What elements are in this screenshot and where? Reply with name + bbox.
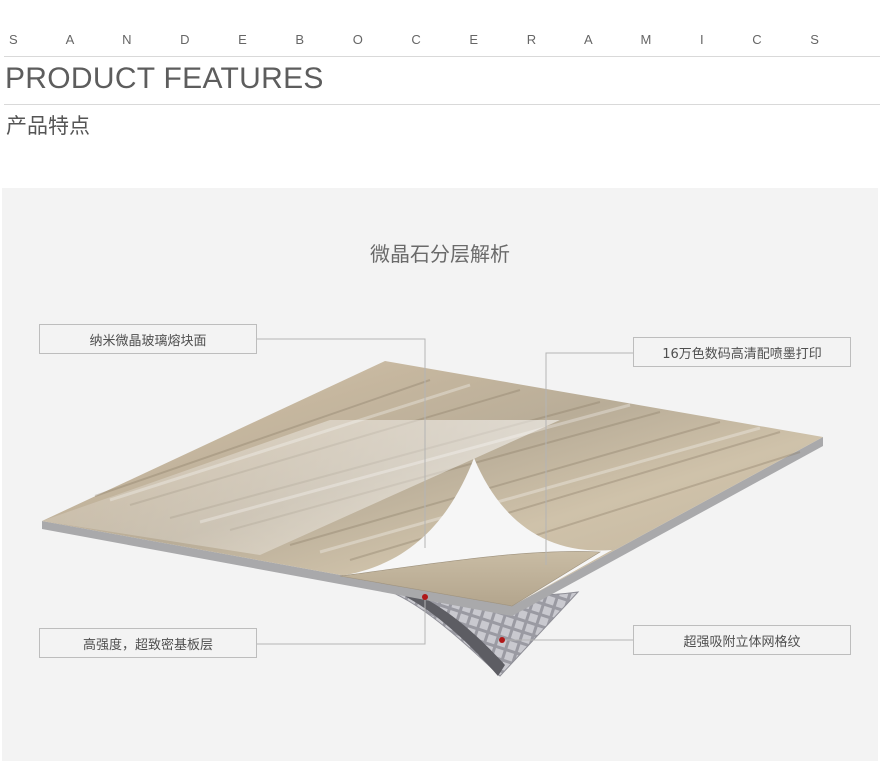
label-glass-frit-surface: 纳米微晶玻璃熔块面: [39, 324, 257, 354]
marker-dot-substrate: [422, 594, 428, 600]
label-mesh-grip: 超强吸附立体网格纹: [633, 625, 851, 655]
callout-line-bottom-left: [257, 597, 426, 645]
marker-dot-mesh: [499, 637, 505, 643]
label-digital-print: 16万色数码高清配喷墨打印: [633, 337, 851, 367]
label-dense-substrate: 高强度，超致密基板层: [39, 628, 257, 658]
